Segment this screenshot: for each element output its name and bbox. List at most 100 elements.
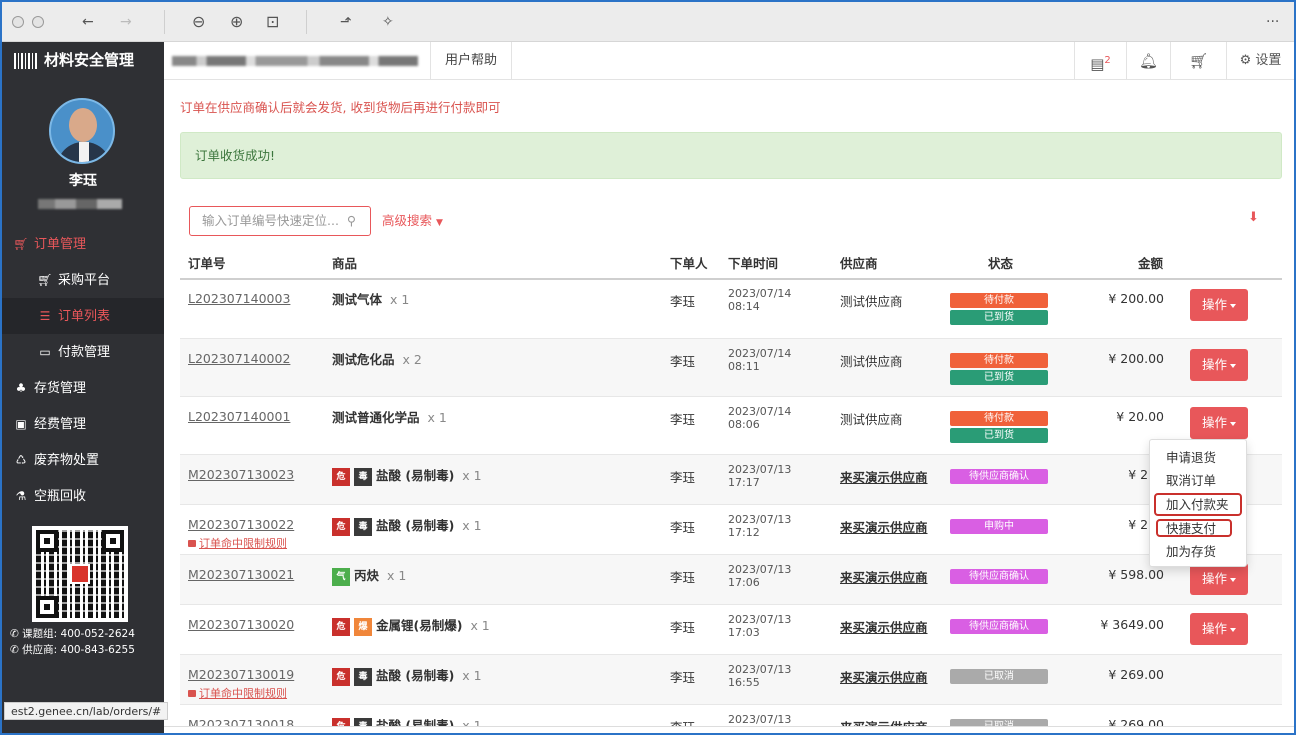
order-id-link[interactable]: L202307140003	[188, 291, 290, 306]
highlight-box	[1156, 519, 1232, 537]
caret-down-icon	[1230, 303, 1236, 308]
table-row: L202307140001 测试普通化学品 x 1 李珏 2023/07/14 08:06…	[180, 397, 1282, 455]
app-logo[interactable]: 材料安全管理	[14, 46, 134, 74]
goods-quantity: x 1	[427, 410, 447, 425]
order-time: 08:11	[728, 360, 760, 373]
menu-item-request-return[interactable]: 申请退货	[1166, 448, 1216, 468]
sidebar-item-order-management[interactable]: 🛒︎ 订单管理	[2, 226, 164, 262]
goods-name[interactable]: 测试危化品	[332, 352, 395, 367]
order-time: 08:14	[728, 300, 760, 313]
sidebar-item-budget-management[interactable]: ▣ 经费管理	[2, 406, 164, 442]
qr-code	[32, 526, 128, 622]
magic-wand-icon[interactable]: ✧	[382, 2, 394, 42]
order-time: 17:03	[728, 626, 760, 639]
qr-logo	[70, 564, 90, 584]
restriction-rule-link[interactable]: 订单命中限制规则	[188, 535, 287, 551]
status-badge: 待供应商确认	[950, 619, 1048, 634]
operations-button[interactable]: 操作	[1190, 349, 1248, 381]
operations-label: 操作	[1201, 621, 1227, 636]
status-badge: 待付款	[950, 353, 1048, 368]
operations-button[interactable]: 操作	[1190, 613, 1248, 645]
user-subtitle-redacted	[38, 199, 122, 209]
more-icon[interactable]: ···	[1266, 2, 1279, 42]
table-row: L202307140002 测试危化品 x 2 李珏 2023/07/14 08:11 测试…	[180, 339, 1282, 397]
minimize-window-icon[interactable]	[32, 16, 45, 28]
sidebar-item-payment-management[interactable]: ▭ 付款管理	[2, 334, 164, 370]
supplier-name[interactable]: 来买演示供应商	[840, 567, 928, 586]
order-amount: ¥ 20.00	[1116, 409, 1164, 424]
header-order-time[interactable]: 下单时间	[728, 248, 778, 280]
order-search-input[interactable]: 输入订单编号快速定位... ⚲	[189, 206, 371, 236]
zoom-out-icon[interactable]: ⊖	[192, 2, 205, 42]
toolbar-divider	[164, 10, 165, 34]
forward-icon[interactable]: →	[120, 2, 132, 42]
order-time: 17:06	[728, 576, 760, 589]
goods-quantity: x 1	[462, 518, 482, 533]
goods-name[interactable]: 金属锂(易制爆)	[376, 618, 462, 633]
supplier-name[interactable]: 来买演示供应商	[840, 467, 928, 486]
order-id-link[interactable]: L202307140002	[188, 351, 290, 366]
sidebar-item-purchase-platform[interactable]: 🛒︎ 采购平台	[2, 262, 164, 298]
header-supplier: 供应商	[840, 256, 878, 271]
goods-name[interactable]: 丙炔	[354, 568, 379, 583]
supplier-name[interactable]: 来买演示供应商	[840, 667, 928, 686]
supplier-name: 测试供应商	[840, 354, 903, 369]
sidebar-item-bottle-recycling[interactable]: ⚗ 空瓶回收	[2, 478, 164, 514]
order-date: 2023/07/13	[728, 613, 792, 626]
menu-item-add-as-stock[interactable]: 加为存货	[1166, 542, 1216, 562]
sidebar: 材料安全管理 李珏 🛒︎ 订单管理 🛒︎ 采购平台 ☰ 订单列表 ▭ 付款管理 ♣ 存货管…	[2, 42, 164, 733]
sidebar-item-waste-disposal[interactable]: ♺ 废弃物处置	[2, 442, 164, 478]
status-badge: 待供应商确认	[950, 569, 1048, 584]
order-id-link[interactable]: M202307130020	[188, 617, 294, 632]
recycle-icon: ♺	[15, 453, 27, 467]
zoom-in-icon[interactable]: ⊕	[230, 2, 243, 42]
operations-button[interactable]: 操作	[1190, 289, 1248, 321]
order-amount: ¥ 200.00	[1108, 351, 1164, 366]
goods-name[interactable]: 盐酸 (易制毒)	[376, 518, 454, 533]
operations-label: 操作	[1201, 357, 1227, 372]
goods-name[interactable]: 盐酸 (易制毒)	[376, 668, 454, 683]
advanced-search-button[interactable]: 高级搜索 ▼	[382, 206, 443, 236]
order-id-link[interactable]: M202307130022	[188, 517, 294, 532]
header-order-id[interactable]: 订单号	[188, 248, 226, 280]
operations-button[interactable]: 操作	[1190, 407, 1248, 439]
operations-button[interactable]: 操作	[1190, 563, 1248, 595]
payment-card-button[interactable]: ▤2	[1074, 42, 1126, 80]
buyer-name: 李珏	[670, 620, 696, 635]
sidebar-item-stock-management[interactable]: ♣ 存货管理	[2, 370, 164, 406]
money-icon: ▣	[15, 417, 27, 431]
avatar[interactable]	[49, 98, 115, 164]
order-id-link[interactable]: M202307130019	[188, 667, 294, 682]
sidebar-item-order-list[interactable]: ☰ 订单列表	[2, 298, 164, 334]
help-link[interactable]: 用户帮助	[430, 42, 513, 80]
hazard-tag: 毒	[354, 467, 372, 486]
success-alert: 订单收货成功!	[180, 132, 1282, 179]
cart-button[interactable]: 🛒︎	[1170, 42, 1226, 80]
barcode-logo-icon	[14, 52, 38, 69]
order-id-link[interactable]: M202307130023	[188, 467, 294, 482]
order-notice: 订单在供应商确认后就会发货, 收到货物后再进行付款即可	[180, 100, 501, 115]
order-id-link[interactable]: L202307140001	[188, 409, 290, 424]
goods-name[interactable]: 测试普通化学品	[332, 410, 420, 425]
goods-name[interactable]: 测试气体	[332, 292, 382, 307]
header-amount[interactable]: 金额	[1138, 248, 1163, 280]
search-icon[interactable]: ⚲	[347, 207, 356, 235]
browser-toolbar: ← → ⊖ ⊕ ⊡ ⬏ ✧ ···	[2, 2, 1294, 42]
download-icon[interactable]: ⬇	[1248, 210, 1259, 225]
notification-button[interactable]: 🔔︎	[1126, 42, 1170, 80]
supplier-name[interactable]: 来买演示供应商	[840, 617, 928, 636]
menu-item-cancel-order[interactable]: 取消订单	[1166, 471, 1216, 491]
restriction-rule-link[interactable]: 订单命中限制规则	[188, 685, 287, 701]
phone-icon: ✆	[10, 628, 23, 640]
close-window-icon[interactable]	[12, 16, 24, 28]
fit-page-icon[interactable]: ⊡	[266, 2, 279, 42]
order-date: 2023/07/14	[728, 405, 792, 418]
order-id-link[interactable]: M202307130021	[188, 567, 294, 582]
share-icon[interactable]: ⬏	[340, 2, 352, 42]
caret-down-icon	[1230, 627, 1236, 632]
back-icon[interactable]: ←	[82, 2, 94, 42]
settings-button[interactable]: ⚙ 设置	[1226, 42, 1294, 80]
goods-name[interactable]: 盐酸 (易制毒)	[376, 468, 454, 483]
supplier-name[interactable]: 来买演示供应商	[840, 517, 928, 536]
top-navbar: 用户帮助 ▤2 🔔︎ 🛒︎ ⚙ 设置	[164, 42, 1294, 80]
